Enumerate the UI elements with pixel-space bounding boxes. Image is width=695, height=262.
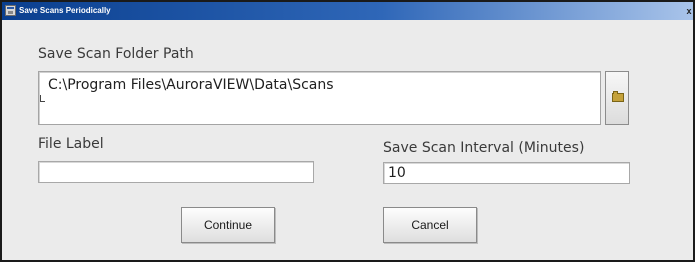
window-title: Save Scans Periodically — [19, 6, 111, 15]
save-scans-dialog: Save Scans Periodically x Save Scan Fold… — [0, 0, 695, 262]
folder-path-value: C:\Program Files\AuroraVIEW\Data\Scans — [48, 77, 334, 93]
continue-button[interactable]: Continue — [181, 207, 275, 243]
text-cursor-icon — [40, 95, 45, 102]
close-icon[interactable]: x — [684, 2, 694, 20]
title-bar[interactable]: Save Scans Periodically x — [2, 2, 693, 20]
app-window-icon — [5, 5, 16, 16]
folder-path-field[interactable]: C:\Program Files\AuroraVIEW\Data\Scans — [38, 71, 601, 125]
file-label-input[interactable] — [38, 161, 314, 183]
folder-path-label: Save Scan Folder Path — [38, 46, 194, 62]
cancel-button[interactable]: Cancel — [383, 207, 477, 243]
interval-input[interactable]: 10 — [383, 162, 630, 184]
file-label-label: File Label — [38, 136, 104, 152]
folder-icon — [612, 91, 624, 102]
browse-folder-button[interactable] — [605, 71, 629, 125]
interval-label: Save Scan Interval (Minutes) — [383, 140, 585, 156]
